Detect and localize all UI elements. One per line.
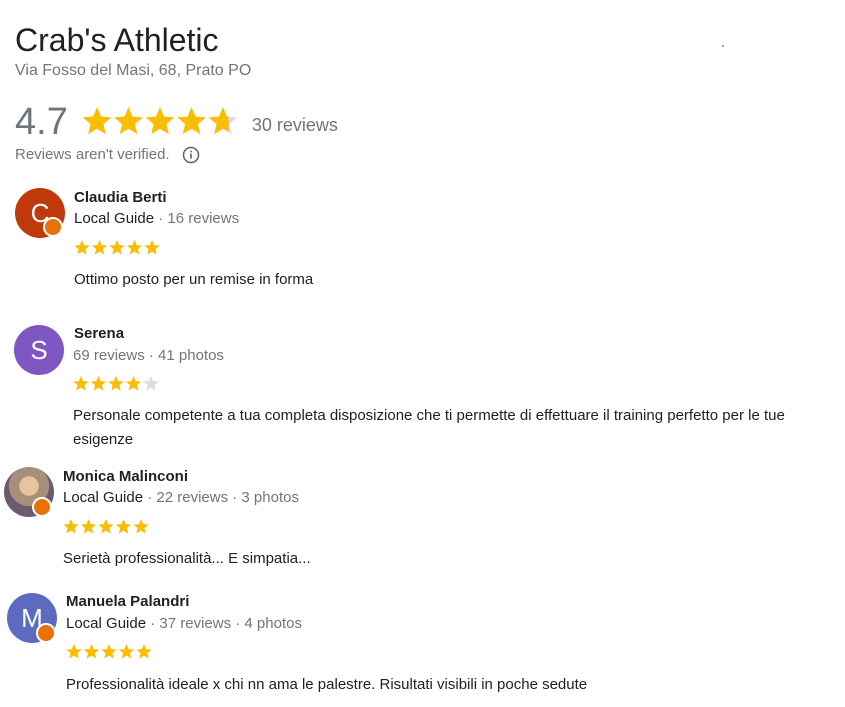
reviewer-meta: Local Guide · 22 reviews · 3 photos	[63, 488, 299, 508]
review-stars	[74, 240, 160, 255]
review-count-link[interactable]: 30 reviews	[252, 115, 338, 136]
star-icon	[98, 519, 114, 534]
reviewer-stats: 69 reviews · 41 photos	[73, 347, 224, 364]
local-guide-label: Local Guide	[63, 489, 144, 506]
star-icon	[126, 240, 143, 255]
review-stars	[66, 644, 152, 659]
star-icon	[73, 376, 89, 391]
local-guide-badge-icon	[32, 497, 52, 517]
reviewer-meta: 69 reviews · 41 photos	[73, 346, 224, 366]
star-icon	[83, 644, 100, 659]
reviewer-stats: · 22 reviews · 3 photos	[147, 489, 299, 506]
local-guide-label: Local Guide	[66, 615, 147, 632]
place-title: Crab's Athletic	[15, 22, 219, 58]
star-icon	[118, 644, 135, 659]
star-icon	[136, 644, 152, 659]
reviewer-meta: Local Guide · 37 reviews · 4 photos	[66, 614, 302, 634]
review-text: Personale competente a tua completa disp…	[73, 407, 785, 448]
info-icon[interactable]	[182, 146, 200, 164]
rating-stars	[82, 107, 238, 135]
star-icon	[109, 240, 125, 255]
star-icon	[74, 240, 90, 255]
dot-mark	[722, 45, 724, 47]
star-icon	[145, 107, 175, 135]
star-icon	[125, 376, 142, 391]
local-guide-badge-icon	[36, 623, 56, 643]
star-icon	[133, 519, 149, 534]
rating-summary: 4.7 30 reviews	[15, 100, 338, 144]
star-icon	[80, 519, 97, 534]
star-icon	[66, 644, 82, 659]
review-stars	[63, 519, 149, 534]
star-icon	[208, 107, 238, 135]
reviewer-name[interactable]: Claudia Berti	[74, 188, 167, 208]
avatar[interactable]: S	[14, 325, 64, 375]
review-text: Ottimo posto per un remise in forma	[74, 271, 314, 288]
verified-note: Reviews aren't verified.	[15, 145, 200, 165]
star-icon	[82, 107, 112, 135]
star-icon	[108, 376, 124, 391]
local-guide-label: Local Guide	[74, 210, 155, 227]
local-guide-badge-icon	[43, 217, 63, 237]
star-icon	[101, 644, 117, 659]
reviewer-name[interactable]: Serena	[74, 324, 124, 344]
rating-value: 4.7	[15, 101, 68, 143]
reviewer-stats: · 16 reviews	[158, 210, 240, 227]
star-icon	[144, 240, 160, 255]
review-stars	[73, 376, 159, 391]
review-text: Professionalità ideale x chi nn ama le p…	[66, 676, 588, 693]
reviewer-name[interactable]: Monica Malinconi	[63, 467, 188, 487]
reviewer-stats: · 37 reviews · 4 photos	[150, 615, 302, 632]
place-address: Via Fosso del Masi, 68, Prato PO	[15, 62, 252, 79]
review-text: Serietà professionalità... E simpatia...	[63, 550, 311, 567]
star-icon	[114, 107, 143, 135]
star-icon	[91, 240, 108, 255]
reviewer-name[interactable]: Manuela Palandri	[66, 592, 189, 612]
verified-note-text: Reviews aren't verified.	[15, 146, 170, 163]
star-icon	[63, 519, 79, 534]
star-icon	[143, 376, 159, 391]
reviewer-meta: Local Guide · 16 reviews	[74, 209, 239, 229]
star-icon	[177, 107, 206, 135]
star-icon	[115, 519, 132, 534]
star-icon	[90, 376, 107, 391]
